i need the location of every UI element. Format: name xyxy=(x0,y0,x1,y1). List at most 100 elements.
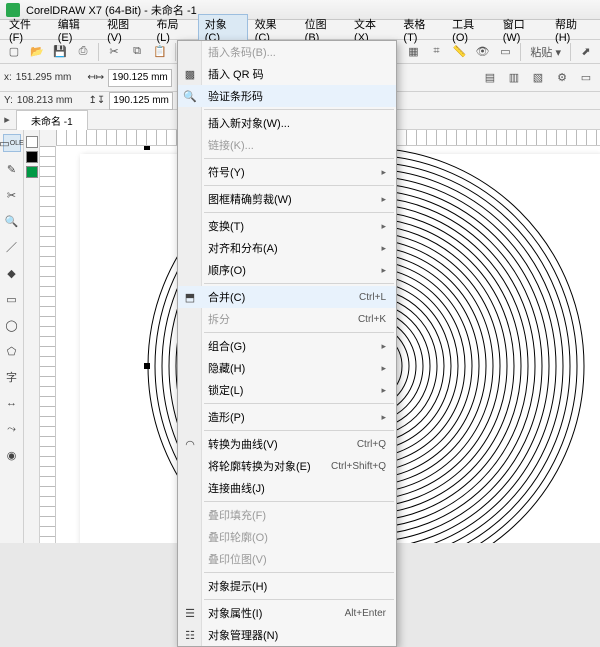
selection-handle[interactable] xyxy=(144,146,150,150)
menu-item[interactable]: 变换(T)▸ xyxy=(178,215,396,237)
launch-icon[interactable]: ⬈ xyxy=(576,42,596,62)
menu-item: 叠印填充(F) xyxy=(178,504,396,526)
menu-item-label: 顺序(O) xyxy=(208,262,246,278)
menu-help[interactable]: 帮助(H) xyxy=(548,14,598,46)
pick-tool-icon[interactable]: ▭OLE xyxy=(3,134,21,152)
menu-item[interactable]: 连接曲线(J) xyxy=(178,477,396,499)
copy-icon[interactable]: ⧉ xyxy=(127,42,147,62)
print-icon[interactable]: ⎙ xyxy=(73,42,93,62)
align-left-icon[interactable]: ▤ xyxy=(480,68,500,88)
ruler-icon[interactable]: 📏 xyxy=(449,42,469,62)
menu-separator xyxy=(204,109,394,110)
menu-item[interactable]: ▩插入 QR 码 xyxy=(178,63,396,85)
menu-item-label: 对齐和分布(A) xyxy=(208,240,278,256)
zoom-tool-icon[interactable]: 🔍 xyxy=(3,212,21,230)
menu-item-label: 变换(T) xyxy=(208,218,244,234)
prop-extra-icon[interactable]: ▭ xyxy=(576,68,596,88)
menu-item[interactable]: 插入新对象(W)... xyxy=(178,112,396,134)
menu-item[interactable]: 组合(G)▸ xyxy=(178,335,396,357)
paste-icon[interactable]: 📋 xyxy=(150,42,170,62)
selection-handle[interactable] xyxy=(144,363,150,369)
menu-item[interactable]: 对象提示(H) xyxy=(178,575,396,597)
grid-icon[interactable]: ▦ xyxy=(403,42,423,62)
menu-item[interactable]: 将轮廓转换为对象(E)Ctrl+Shift+Q xyxy=(178,455,396,477)
menu-item[interactable]: ☷ 对象管理器(N) xyxy=(178,624,396,646)
menu-item[interactable]: 锁定(L)▸ xyxy=(178,379,396,401)
menu-item-label: 链接(K)... xyxy=(208,137,254,153)
polygon-tool-icon[interactable]: ⬠ xyxy=(3,342,21,360)
new-icon[interactable]: ▢ xyxy=(4,42,24,62)
separator xyxy=(98,43,99,61)
menu-item: 叠印位图(V) xyxy=(178,548,396,570)
menu-item[interactable]: ⬒合并(C)Ctrl+L xyxy=(178,286,396,308)
align-right-icon[interactable]: ▧ xyxy=(528,68,548,88)
menu-edit[interactable]: 编辑(E) xyxy=(51,14,100,46)
object-menu-dropdown: 插入条码(B)...▩插入 QR 码🔍验证条形码插入新对象(W)... 链接(K)… xyxy=(177,40,397,647)
menu-item-label: 对象管理器(N) xyxy=(208,627,278,643)
menu-item-label: 造形(P) xyxy=(208,409,245,425)
menu-file[interactable]: 文件(F) xyxy=(2,14,51,46)
cut-icon[interactable]: ✂ xyxy=(104,42,124,62)
menu-separator xyxy=(204,158,394,159)
menu-item[interactable]: 造形(P) ▸ xyxy=(178,406,396,428)
menu-item[interactable]: 隐藏(H)▸ xyxy=(178,357,396,379)
menu-tools[interactable]: 工具(O) xyxy=(445,14,496,46)
menu-item-label: 对象提示(H) xyxy=(208,578,267,594)
width-input[interactable] xyxy=(108,69,172,87)
ellipse-tool-icon[interactable]: ◯ xyxy=(3,316,21,334)
curve-icon: ◠ xyxy=(182,436,198,452)
swatch-black[interactable] xyxy=(26,151,38,163)
mgr-icon: ☷ xyxy=(182,627,198,643)
effects-tool-icon[interactable]: ◉ xyxy=(3,446,21,464)
menu-item-label: 组合(G) xyxy=(208,338,246,354)
menu-separator xyxy=(204,403,394,404)
menu-item[interactable]: 图框精确剪裁(W)▸ xyxy=(178,188,396,210)
document-tab[interactable]: 未命名 -1 xyxy=(16,110,88,130)
menu-item[interactable]: 🔍验证条形码 xyxy=(178,85,396,107)
menu-item[interactable]: ☰对象属性(I)Alt+Enter xyxy=(178,602,396,624)
menu-separator xyxy=(204,185,394,186)
menu-view[interactable]: 视图(V) xyxy=(100,14,149,46)
dimension-tool-icon[interactable]: ↔ xyxy=(3,394,21,412)
menu-item-label: 叠印填充(F) xyxy=(208,507,266,523)
x-label: x: xyxy=(4,72,12,83)
eye-icon[interactable]: 👁 xyxy=(472,42,492,62)
menu-item-label: 验证条形码 xyxy=(208,88,263,104)
text-tool-icon[interactable]: 字 xyxy=(3,368,21,386)
save-icon[interactable]: 💾 xyxy=(50,42,70,62)
menu-window[interactable]: 窗口(W) xyxy=(496,14,548,46)
menu-item-label: 插入新对象(W)... xyxy=(208,115,290,131)
prop-gear-icon[interactable]: ⚙ xyxy=(552,68,572,88)
menu-item-label: 连接曲线(J) xyxy=(208,480,265,496)
menu-item: 插入条码(B)... xyxy=(178,41,396,63)
w-icon: ↤↦ xyxy=(87,72,104,83)
menu-item[interactable]: 符号(Y)▸ xyxy=(178,161,396,183)
menu-item: 拆分Ctrl+K xyxy=(178,308,396,330)
separator xyxy=(570,43,571,61)
menu-separator xyxy=(204,212,394,213)
height-input[interactable] xyxy=(109,92,173,110)
submenu-arrow-icon: ▸ xyxy=(381,412,386,423)
align-center-icon[interactable]: ▥ xyxy=(504,68,524,88)
connector-tool-icon[interactable]: ⤳ xyxy=(3,420,21,438)
submenu-arrow-icon: ▸ xyxy=(381,243,386,254)
menu-item[interactable]: ◠转换为曲线(V)Ctrl+Q xyxy=(178,433,396,455)
snap-icon[interactable]: ⌗ xyxy=(426,42,446,62)
crop-tool-icon[interactable]: ✂ xyxy=(3,186,21,204)
menu-item-shortcut: Alt+Enter xyxy=(345,608,386,619)
menu-table[interactable]: 表格(T) xyxy=(396,14,445,46)
shape-tool-icon[interactable]: ✎ xyxy=(3,160,21,178)
menu-item[interactable]: 顺序(O)▸ xyxy=(178,259,396,281)
rectangle-tool-icon[interactable]: ▭ xyxy=(3,290,21,308)
paste-dropdown[interactable]: 粘贴 ▾ xyxy=(526,42,565,62)
freehand-tool-icon[interactable]: ／ xyxy=(3,238,21,256)
swatch-white[interactable] xyxy=(26,136,38,148)
menu-item-label: 拆分 xyxy=(208,311,230,327)
menu-separator xyxy=(204,430,394,431)
swatch-green[interactable] xyxy=(26,166,38,178)
open-icon[interactable]: 📂 xyxy=(27,42,47,62)
strip-arrow-icon[interactable]: ▸ xyxy=(0,110,14,130)
doc-icon[interactable]: ▭ xyxy=(495,42,515,62)
smartfill-tool-icon[interactable]: ◆ xyxy=(3,264,21,282)
menu-item[interactable]: 对齐和分布(A) ▸ xyxy=(178,237,396,259)
